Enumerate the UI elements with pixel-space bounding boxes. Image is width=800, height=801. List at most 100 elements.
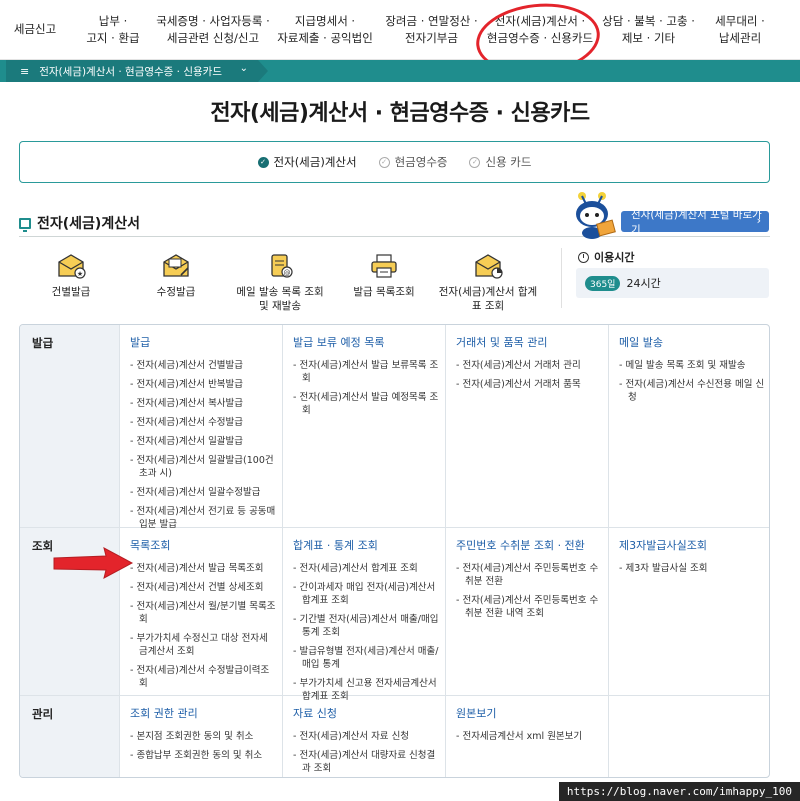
table-cell: 자료 신청전자(세금)계산서 자료 신청전자(세금)계산서 대량자료 신청결과 … xyxy=(282,696,445,777)
envelope-edit-icon xyxy=(163,254,189,277)
menu-link[interactable]: 부가가치세 수정신고 대상 전자세금계산서 조회 xyxy=(130,632,276,658)
table-cell: 목록조회전자(세금)계산서 발급 목록조회전자(세금)계산서 건별 상세조회전자… xyxy=(119,528,282,695)
menu-link[interactable]: 전자(세금)계산서 반복발급 xyxy=(130,378,276,391)
menu-link[interactable]: 전자(세금)계산서 발급 목록조회 xyxy=(130,562,276,575)
global-nav: 세금신고 납부 · 고지 · 환급 국세증명 · 사업자등록 · 세금관련 신청/신… xyxy=(0,0,800,60)
tab-cash-receipt[interactable]: ✓ 현금영수증 xyxy=(378,154,447,170)
menu-link[interactable]: 발급유형별 전자(세금)계산서 매출/매입 통계 xyxy=(293,645,439,671)
nav-item-payment[interactable]: 납부 · 고지 · 환급 xyxy=(70,0,156,60)
menu-list: 전자세금계산서 xml 원본보기 xyxy=(456,730,602,743)
table-row: 발급발급전자(세금)계산서 건별발급전자(세금)계산서 반복발급전자(세금)계산… xyxy=(20,325,769,530)
nav-item-tax-agent[interactable]: 세무대리 · 납세관리 xyxy=(700,0,780,60)
cell-title-link[interactable]: 제3자발급사실조회 xyxy=(619,537,765,553)
cell-title-link[interactable]: 자료 신청 xyxy=(293,705,439,721)
quick-link-single-issue[interactable]: ★ 건별발급 xyxy=(21,253,121,299)
table-cell: 합계표 · 통계 조회전자(세금)계산서 합계표 조회간이과세자 매입 전자(세… xyxy=(282,528,445,702)
menu-list: 본지점 조회권한 동의 및 취소종합납부 조회권한 동의 및 취소 xyxy=(130,730,276,762)
quick-link-summary[interactable]: 전자(세금)계산서 합계표 조회 xyxy=(438,253,538,313)
menu-link[interactable]: 전자(세금)계산서 합계표 조회 xyxy=(293,562,439,575)
quick-link-amended-issue[interactable]: 수정발급 xyxy=(126,253,226,299)
menu-link[interactable]: 종합납부 조회권한 동의 및 취소 xyxy=(130,749,276,762)
menu-link[interactable]: 전자(세금)계산서 건별발급 xyxy=(130,359,276,372)
row-head: 관리 xyxy=(20,696,119,777)
nav-item-e-invoice[interactable]: 전자(세금)계산서 · 현금영수증 · 신용카드 xyxy=(483,0,597,60)
usage-hours-box: 365일 24시간 xyxy=(576,268,769,298)
nav-item-certificates[interactable]: 국세증명 · 사업자등록 · 세금관련 신청/신고 xyxy=(156,0,270,60)
menu-link[interactable]: 전자(세금)계산서 월/분기별 목록조회 xyxy=(130,600,276,626)
portal-shortcut-button[interactable]: 전자(세금)계산서 포털 바로가기 › xyxy=(621,209,769,236)
quick-link-issue-list[interactable]: 발급 목록조회 xyxy=(334,253,434,299)
printer-icon xyxy=(371,254,397,278)
check-circle-icon: ✓ xyxy=(469,156,481,168)
chevron-right-icon: › xyxy=(756,214,761,227)
menu-link[interactable]: 전자(세금)계산서 자료 신청 xyxy=(293,730,439,743)
usage-divider xyxy=(561,248,562,308)
menu-link[interactable]: 메일 발송 목록 조회 및 재발송 xyxy=(619,359,765,372)
nav-item-tax-filing[interactable]: 세금신고 xyxy=(0,0,70,60)
menu-list: 전자(세금)계산서 발급 보류목록 조회전자(세금)계산서 발급 예정목록 조회 xyxy=(293,359,439,417)
cell-title-link[interactable]: 거래처 및 품목 관리 xyxy=(456,334,602,350)
usage-hours: 24시간 xyxy=(626,277,661,290)
menu-list: 전자(세금)계산서 합계표 조회간이과세자 매입 전자(세금)계산서 합계표 조… xyxy=(293,562,439,703)
nav-item-consultation[interactable]: 상담 · 불복 · 고충 · 제보 · 기타 xyxy=(597,0,700,60)
cell-title-link[interactable]: 주민번호 수취분 조회 · 전환 xyxy=(456,537,602,553)
menu-link[interactable]: 전자세금계산서 xml 원본보기 xyxy=(456,730,602,743)
row-head: 발급 xyxy=(20,325,119,527)
table-cell: 메일 발송메일 발송 목록 조회 및 재발송전자(세금)계산서 수신전용 메일 … xyxy=(608,325,769,527)
chevron-down-icon: ⌄ xyxy=(239,63,248,74)
table-cell: 주민번호 수취분 조회 · 전환전자(세금)계산서 주민등록번호 수취분 전환전… xyxy=(445,528,608,695)
menu-list: 제3자 발급사실 조회 xyxy=(619,562,765,575)
page-title: 전자(세금)계산서 · 현금영수증 · 신용카드 xyxy=(210,101,590,126)
menu-link[interactable]: 전자(세금)계산서 복사발급 xyxy=(130,397,276,410)
menu-link[interactable]: 전자(세금)계산서 발급 예정목록 조회 xyxy=(293,391,439,417)
nav-item-statements[interactable]: 지급명세서 · 자료제출 · 공익법인 xyxy=(270,0,380,60)
cell-title-link[interactable]: 조회 권한 관리 xyxy=(130,705,276,721)
menu-link[interactable]: 기간별 전자(세금)계산서 매출/매입 통계 조회 xyxy=(293,613,439,639)
menu-link[interactable]: 전자(세금)계산서 발급 보류목록 조회 xyxy=(293,359,439,385)
menu-link[interactable]: 제3자 발급사실 조회 xyxy=(619,562,765,575)
breadcrumb-dropdown[interactable]: ≡ 전자(세금)계산서 · 현금영수증 · 신용카드 ⌄ xyxy=(6,60,268,82)
quick-link-mail-resend[interactable]: @ 메일 발송 목록 조회 및 재발송 xyxy=(230,253,330,313)
menu-link[interactable]: 전자(세금)계산서 거래처 관리 xyxy=(456,359,602,372)
menu-link[interactable]: 전자(세금)계산서 거래처 품목 xyxy=(456,378,602,391)
tab-bar: ✓ 전자(세금)계산서 ✓ 현금영수증 ✓ 신용 카드 xyxy=(19,141,770,183)
nav-item-incentives[interactable]: 장려금 · 연말정산 · 전자기부금 xyxy=(380,0,483,60)
tab-e-tax-invoice[interactable]: ✓ 전자(세금)계산서 xyxy=(257,154,357,170)
section-header: 전자(세금)계산서 xyxy=(19,213,140,233)
menu-link[interactable]: 간이과세자 매입 전자(세금)계산서 합계표 조회 xyxy=(293,581,439,607)
menu-link[interactable]: 전자(세금)계산서 일괄발급(100건 초과 시) xyxy=(130,454,276,480)
menu-list: 전자(세금)계산서 주민등록번호 수취분 전환전자(세금)계산서 주민등록번호 … xyxy=(456,562,602,620)
menu-link[interactable]: 본지점 조회권한 동의 및 취소 xyxy=(130,730,276,743)
svg-text:★: ★ xyxy=(77,270,83,278)
red-arrow-annotation xyxy=(53,547,134,579)
menu-link[interactable]: 전자(세금)계산서 건별 상세조회 xyxy=(130,581,276,594)
cell-title-link[interactable]: 원본보기 xyxy=(456,705,602,721)
menu-list: 전자(세금)계산서 건별발급전자(세금)계산서 반복발급전자(세금)계산서 복사… xyxy=(130,359,276,531)
scroll-mail-icon: @ xyxy=(271,254,293,278)
cell-title-link[interactable]: 발급 보류 예정 목록 xyxy=(293,334,439,350)
menu-link[interactable]: 전자(세금)계산서 수정발급이력조회 xyxy=(130,664,276,690)
table-cell: 발급전자(세금)계산서 건별발급전자(세금)계산서 반복발급전자(세금)계산서 … xyxy=(119,325,282,530)
menu-link[interactable]: 전자(세금)계산서 주민등록번호 수취분 전환 내역 조회 xyxy=(456,594,602,620)
tab-credit-card[interactable]: ✓ 신용 카드 xyxy=(469,154,531,170)
menu-link[interactable]: 전자(세금)계산서 주민등록번호 수취분 전환 xyxy=(456,562,602,588)
menu-link[interactable]: 전자(세금)계산서 수정발급 xyxy=(130,416,276,429)
cell-title-link[interactable]: 합계표 · 통계 조회 xyxy=(293,537,439,553)
menu-link[interactable]: 전자(세금)계산서 대량자료 신청결과 조회 xyxy=(293,749,439,775)
cell-title-link[interactable]: 목록조회 xyxy=(130,537,276,553)
mascot-icon xyxy=(576,192,616,239)
menu-link[interactable]: 전자(세금)계산서 일괄발급 xyxy=(130,435,276,448)
envelope-star-icon: ★ xyxy=(58,254,86,279)
menu-link[interactable]: 전자(세금)계산서 수신전용 메일 신청 xyxy=(619,378,765,404)
cell-title-link[interactable]: 발급 xyxy=(130,334,276,350)
menu-list: 전자(세금)계산서 발급 목록조회전자(세금)계산서 건별 상세조회전자(세금)… xyxy=(130,562,276,690)
menu-link[interactable]: 전자(세금)계산서 일괄수정발급 xyxy=(130,486,276,499)
cell-title-link[interactable]: 메일 발송 xyxy=(619,334,765,350)
menu-icon: ≡ xyxy=(20,64,30,78)
menu-list: 메일 발송 목록 조회 및 재발송전자(세금)계산서 수신전용 메일 신청 xyxy=(619,359,765,404)
monitor-icon xyxy=(19,217,31,232)
table-cell: 조회 권한 관리본지점 조회권한 동의 및 취소종합납부 조회권한 동의 및 취… xyxy=(119,696,282,777)
section-title: 전자(세금)계산서 xyxy=(37,216,140,232)
watermark: https://blog.naver.com/imhappy_100 xyxy=(558,782,800,801)
menu-list: 전자(세금)계산서 거래처 관리전자(세금)계산서 거래처 품목 xyxy=(456,359,602,391)
